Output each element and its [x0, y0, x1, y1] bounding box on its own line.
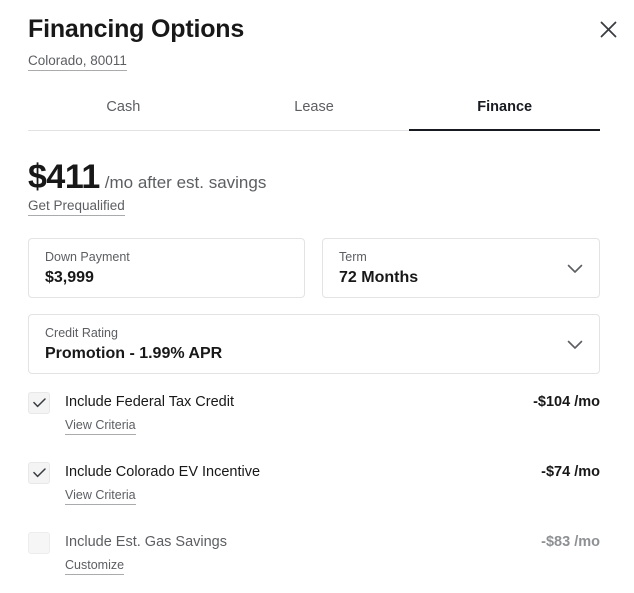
down-payment-texts: Down Payment $3,999 [45, 249, 130, 288]
down-payment-value: $3,999 [45, 269, 94, 286]
modal-header: Financing Options Colorado, 80011 [28, 14, 614, 71]
view-criteria-link-federal[interactable]: View Criteria [65, 417, 136, 435]
option-body-federal-tax-credit: Include Federal Tax Credit View Criteria [65, 392, 533, 435]
option-amount-colorado: -$74 /mo [541, 464, 600, 480]
location-link[interactable]: Colorado, 80011 [28, 52, 127, 71]
check-icon [32, 468, 46, 478]
financing-tabs: Cash Lease Finance [28, 99, 601, 131]
option-body-colorado-ev-incentive: Include Colorado EV Incentive View Crite… [65, 462, 541, 505]
option-row-colorado-ev-incentive: Include Colorado EV Incentive View Crite… [28, 462, 600, 505]
page-title: Financing Options [28, 15, 245, 43]
option-label: Include Colorado EV Incentive [65, 464, 261, 480]
down-payment-label: Down Payment [45, 250, 130, 264]
customize-link-gas-savings[interactable]: Customize [65, 557, 125, 575]
price-suffix: /mo after est. savings [104, 173, 267, 192]
close-button[interactable] [595, 16, 621, 42]
get-prequalified-link[interactable]: Get Prequalified [28, 197, 125, 216]
close-icon [600, 21, 617, 38]
option-label: Include Federal Tax Credit [65, 394, 234, 410]
term-label: Term [339, 250, 367, 264]
down-payment-field[interactable]: Down Payment $3,999 [28, 238, 305, 298]
checkbox-gas-savings[interactable] [28, 532, 50, 554]
tab-finance[interactable]: Finance [409, 99, 601, 131]
tab-lease[interactable]: Lease [219, 99, 410, 131]
check-icon [32, 398, 46, 408]
credit-rating-label: Credit Rating [45, 326, 118, 340]
chevron-down-icon [567, 340, 583, 350]
term-field[interactable]: Term 72 Months [322, 238, 600, 298]
credit-rating-field[interactable]: Credit Rating Promotion - 1.99% APR [28, 314, 600, 374]
view-criteria-link-colorado[interactable]: View Criteria [65, 487, 136, 505]
tab-cash[interactable]: Cash [28, 99, 219, 131]
price-amount: $411 [28, 158, 100, 196]
option-label: Include Est. Gas Savings [65, 534, 227, 550]
term-texts: Term 72 Months [339, 249, 418, 288]
option-body-gas-savings: Include Est. Gas Savings Customize [65, 532, 541, 575]
option-amount-federal: -$104 /mo [533, 394, 600, 410]
option-row-federal-tax-credit: Include Federal Tax Credit View Criteria… [28, 392, 600, 435]
option-amount-gas-savings: -$83 /mo [541, 534, 600, 550]
checkbox-colorado-ev-incentive[interactable] [28, 462, 50, 484]
financing-options-modal: Financing Options Colorado, 80011 Cash L… [0, 0, 634, 593]
monthly-price: $411 /mo after est. savings [28, 158, 266, 196]
incentives-list: Include Federal Tax Credit View Criteria… [28, 392, 600, 593]
credit-rating-value: Promotion - 1.99% APR [45, 345, 223, 362]
checkbox-federal-tax-credit[interactable] [28, 392, 50, 414]
credit-rating-texts: Credit Rating Promotion - 1.99% APR [45, 325, 222, 364]
chevron-down-icon [567, 264, 583, 274]
term-value: 72 Months [339, 269, 419, 286]
option-row-gas-savings: Include Est. Gas Savings Customize -$83 … [28, 532, 600, 575]
